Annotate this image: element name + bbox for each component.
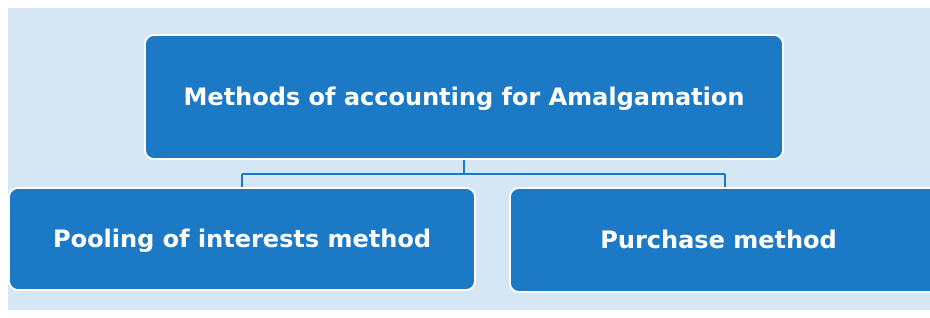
child-node-pooling-label: Pooling of interests method <box>52 225 431 253</box>
child-node-pooling: Pooling of interests method <box>8 187 476 291</box>
root-node-label: Methods of accounting for Amalgamation <box>183 83 745 111</box>
child-node-purchase-label: Purchase method <box>600 226 837 254</box>
diagram-canvas: Methods of accounting for Amalgamation P… <box>0 0 930 318</box>
root-node: Methods of accounting for Amalgamation <box>144 34 784 160</box>
child-node-purchase: Purchase method <box>509 187 930 293</box>
